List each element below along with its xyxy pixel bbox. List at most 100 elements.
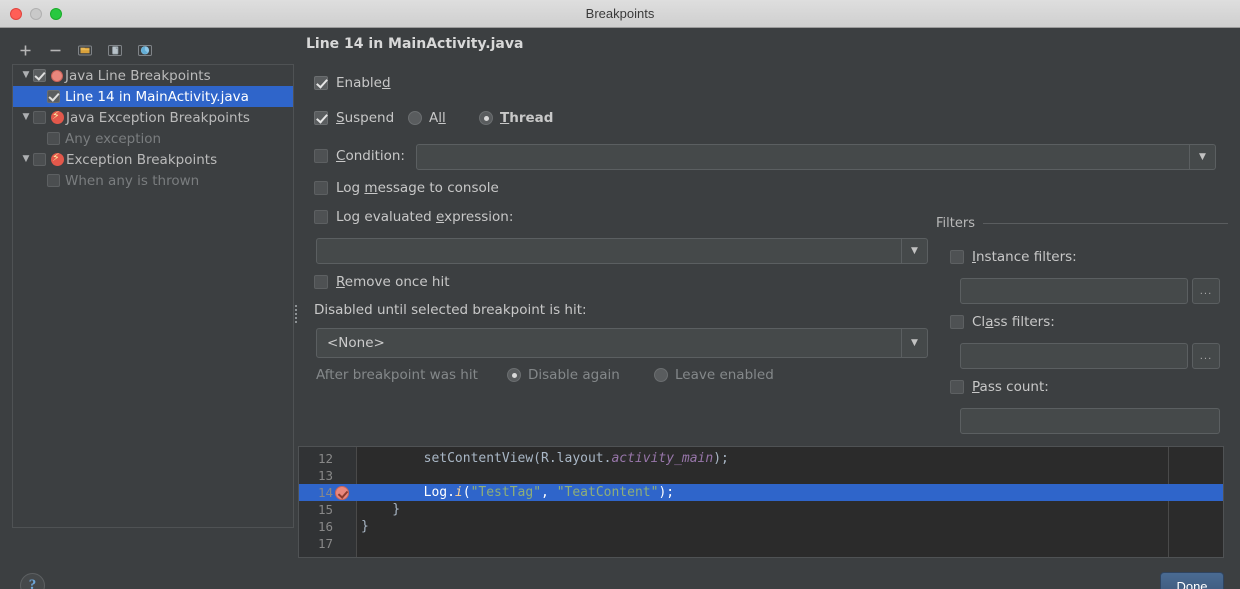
instance-filters-checkbox[interactable] xyxy=(950,250,964,264)
folder-icon[interactable] xyxy=(72,38,98,62)
line-number: 13 xyxy=(317,468,333,483)
filters-title: Filters xyxy=(936,216,975,231)
log-expression-input[interactable]: ▼ xyxy=(316,238,928,264)
filters-header: Filters xyxy=(936,216,1228,231)
class-filters-checkbox-row[interactable]: Class filters: xyxy=(950,314,1055,330)
code-line: 13 xyxy=(299,467,1223,484)
log-expression-label: Log evaluated expression: xyxy=(336,209,514,225)
suspend-all-radio[interactable] xyxy=(408,111,422,125)
breakpoints-tree[interactable]: ▼ Java Line Breakpoints ▼ Line 14 in Mai… xyxy=(12,64,294,528)
breakpoint-marker-icon[interactable] xyxy=(335,486,349,500)
class-filters-label: Class filters: xyxy=(972,314,1055,330)
log-message-label: Log message to console xyxy=(336,180,499,196)
enabled-checkbox-row[interactable]: Enabled xyxy=(314,75,391,91)
log-message-checkbox-row[interactable]: Log message to console xyxy=(314,180,499,196)
tree-row[interactable]: ▼ Any exception xyxy=(13,128,293,149)
suspend-checkbox[interactable] xyxy=(314,111,328,125)
ellipsis-icon: ... xyxy=(1199,350,1213,362)
instance-filters-checkbox-row[interactable]: Instance filters: xyxy=(950,249,1077,265)
help-button[interactable]: ? xyxy=(20,573,45,589)
exception-breakpoint-icon xyxy=(51,151,64,166)
condition-input[interactable]: ▼ xyxy=(416,144,1216,170)
class-filters-checkbox[interactable] xyxy=(950,315,964,329)
code-line: 16 } xyxy=(299,518,1223,535)
enabled-label: Enabled xyxy=(336,75,391,91)
instance-filters-label: Instance filters: xyxy=(972,249,1077,265)
mute-breakpoints-icon[interactable] xyxy=(132,38,158,62)
page-title: Line 14 in MainActivity.java xyxy=(306,36,524,52)
suspend-thread-radio-row[interactable]: Thread xyxy=(479,110,553,126)
duplicate-icon[interactable] xyxy=(102,38,128,62)
pass-count-checkbox[interactable] xyxy=(950,380,964,394)
line-number: 17 xyxy=(317,536,333,551)
line-number: 16 xyxy=(317,519,333,534)
chevron-down-icon[interactable]: ▼ xyxy=(901,239,927,263)
filters-group: Filters Instance filters: ... Class filt… xyxy=(936,216,1228,434)
remove-once-hit-checkbox[interactable] xyxy=(314,275,328,289)
tree-checkbox[interactable] xyxy=(33,69,46,82)
breakpoints-toolbar xyxy=(12,36,158,64)
disable-again-radio-row[interactable]: Disable again xyxy=(507,367,620,383)
tree-row[interactable]: ▼ Java Line Breakpoints xyxy=(13,65,293,86)
disabled-until-value: <None> xyxy=(327,335,385,351)
chevron-down-icon[interactable]: ▼ xyxy=(19,155,33,164)
leave-enabled-label: Leave enabled xyxy=(675,367,774,383)
divider xyxy=(982,223,1228,224)
remove-breakpoint-button[interactable] xyxy=(42,38,68,62)
tree-checkbox[interactable] xyxy=(47,174,60,187)
leave-enabled-radio-row[interactable]: Leave enabled xyxy=(654,367,774,383)
instance-filters-browse-button[interactable]: ... xyxy=(1192,278,1220,304)
maximize-icon[interactable] xyxy=(50,8,62,20)
pass-count-input[interactable] xyxy=(960,408,1220,434)
suspend-all-radio-row[interactable]: All xyxy=(408,110,446,126)
tree-checkbox[interactable] xyxy=(47,132,60,145)
add-breakpoint-button[interactable] xyxy=(12,38,38,62)
log-expression-checkbox[interactable] xyxy=(314,210,328,224)
pane-splitter-handle[interactable] xyxy=(294,303,298,323)
chevron-down-icon[interactable]: ▼ xyxy=(901,329,927,357)
tree-row[interactable]: ▼ When any is thrown xyxy=(13,170,293,191)
log-expression-checkbox-row[interactable]: Log evaluated expression: xyxy=(314,209,513,225)
remove-once-hit-checkbox-row[interactable]: Remove once hit xyxy=(314,274,450,290)
instance-filters-input[interactable] xyxy=(960,278,1188,304)
minimize-icon[interactable] xyxy=(30,8,42,20)
tree-row[interactable]: ▼ Exception Breakpoints xyxy=(13,149,293,170)
code-preview[interactable]: 12 setContentView(R.layout.activity_main… xyxy=(298,446,1224,558)
done-button[interactable]: Done xyxy=(1160,572,1224,589)
tree-checkbox[interactable] xyxy=(47,90,60,103)
tree-row[interactable]: ▼ Java Exception Breakpoints xyxy=(13,107,293,128)
window-title: Breakpoints xyxy=(585,6,655,21)
chevron-down-icon[interactable]: ▼ xyxy=(19,71,33,80)
log-message-checkbox[interactable] xyxy=(314,181,328,195)
code-text: Log.i("TestTag", "TeatContent"); xyxy=(361,485,675,500)
close-icon[interactable] xyxy=(10,8,22,20)
suspend-thread-radio[interactable] xyxy=(479,111,493,125)
exception-breakpoint-icon xyxy=(51,109,64,124)
tree-row[interactable]: ▼ Line 14 in MainActivity.java xyxy=(13,86,293,107)
code-text: } xyxy=(361,519,369,534)
pass-count-checkbox-row[interactable]: Pass count: xyxy=(950,379,1049,395)
enabled-checkbox[interactable] xyxy=(314,76,328,90)
condition-label: Condition: xyxy=(336,148,405,164)
tree-checkbox[interactable] xyxy=(33,111,46,124)
chevron-down-icon[interactable]: ▼ xyxy=(1189,145,1215,169)
tree-item-label: Exception Breakpoints xyxy=(66,151,218,168)
tree-checkbox[interactable] xyxy=(33,153,46,166)
disabled-until-label: Disabled until selected breakpoint is hi… xyxy=(314,302,587,318)
class-filters-browse-button[interactable]: ... xyxy=(1192,343,1220,369)
remove-once-hit-label: Remove once hit xyxy=(336,274,450,290)
condition-checkbox[interactable] xyxy=(314,149,328,163)
dialog-body: ▼ Java Line Breakpoints ▼ Line 14 in Mai… xyxy=(0,28,1240,589)
code-line: 17 xyxy=(299,535,1223,552)
suspend-label: Suspend xyxy=(336,110,395,126)
condition-checkbox-row[interactable]: Condition: xyxy=(314,148,405,164)
leave-enabled-radio[interactable] xyxy=(654,368,668,382)
chevron-down-icon[interactable]: ▼ xyxy=(19,113,33,122)
tree-item-label: Java Line Breakpoints xyxy=(65,67,211,84)
disable-again-radio[interactable] xyxy=(507,368,521,382)
line-number: 15 xyxy=(317,502,333,517)
class-filters-input[interactable] xyxy=(960,343,1188,369)
disabled-until-combobox[interactable]: <None> ▼ xyxy=(316,328,928,358)
code-line: 12 setContentView(R.layout.activity_main… xyxy=(299,450,1223,467)
suspend-checkbox-row[interactable]: Suspend xyxy=(314,110,394,126)
